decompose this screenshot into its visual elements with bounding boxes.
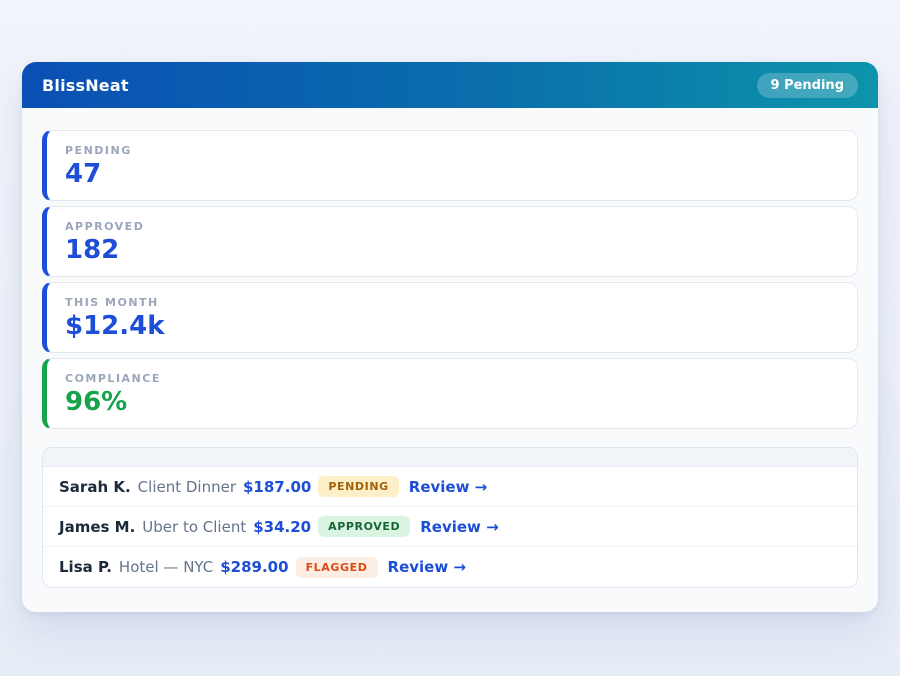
app-title: BlissNeat [42, 76, 129, 95]
table-header-row [43, 448, 857, 467]
stat-card: PENDING 47 [42, 130, 858, 201]
stat-card: THIS MONTH $12.4k [42, 282, 858, 353]
stat-value: 47 [65, 160, 839, 189]
stat-label: PENDING [65, 144, 839, 157]
review-link[interactable]: Review → [409, 478, 487, 496]
table-row: Lisa P. Hotel — NYC $289.00 FLAGGED Revi… [43, 547, 857, 587]
expense-dashboard-card: BlissNeat 9 Pending PENDING 47 APPROVED … [22, 62, 878, 612]
expense-amount: $289.00 [220, 558, 288, 576]
merchant-description: Client Dinner [138, 478, 236, 496]
stat-value: 96% [65, 388, 839, 417]
stat-label: COMPLIANCE [65, 372, 839, 385]
status-badge: APPROVED [318, 516, 410, 537]
status-badge: PENDING [318, 476, 398, 497]
stat-label: APPROVED [65, 220, 839, 233]
review-link[interactable]: Review → [420, 518, 498, 536]
app-body: PENDING 47 APPROVED 182 THIS MONTH $12.4… [22, 108, 878, 612]
pending-count-badge: 9 Pending [757, 73, 859, 98]
employee-name: Sarah K. [59, 478, 131, 496]
stats-list: PENDING 47 APPROVED 182 THIS MONTH $12.4… [42, 130, 858, 429]
merchant-description: Hotel — NYC [119, 558, 213, 576]
expenses-table: Sarah K. Client Dinner $187.00 PENDING R… [42, 447, 858, 588]
stat-label: THIS MONTH [65, 296, 839, 309]
merchant-description: Uber to Client [142, 518, 246, 536]
expense-amount: $34.20 [253, 518, 311, 536]
employee-name: Lisa P. [59, 558, 112, 576]
table-row: James M. Uber to Client $34.20 APPROVED … [43, 507, 857, 547]
review-link[interactable]: Review → [388, 558, 466, 576]
table-body: Sarah K. Client Dinner $187.00 PENDING R… [43, 467, 857, 587]
status-badge: FLAGGED [296, 557, 378, 578]
employee-name: James M. [59, 518, 135, 536]
stat-card: COMPLIANCE 96% [42, 358, 858, 429]
stat-value: 182 [65, 236, 839, 265]
expense-amount: $187.00 [243, 478, 311, 496]
stat-value: $12.4k [65, 312, 839, 341]
stat-card: APPROVED 182 [42, 206, 858, 277]
app-header: BlissNeat 9 Pending [22, 62, 878, 108]
table-row: Sarah K. Client Dinner $187.00 PENDING R… [43, 467, 857, 507]
